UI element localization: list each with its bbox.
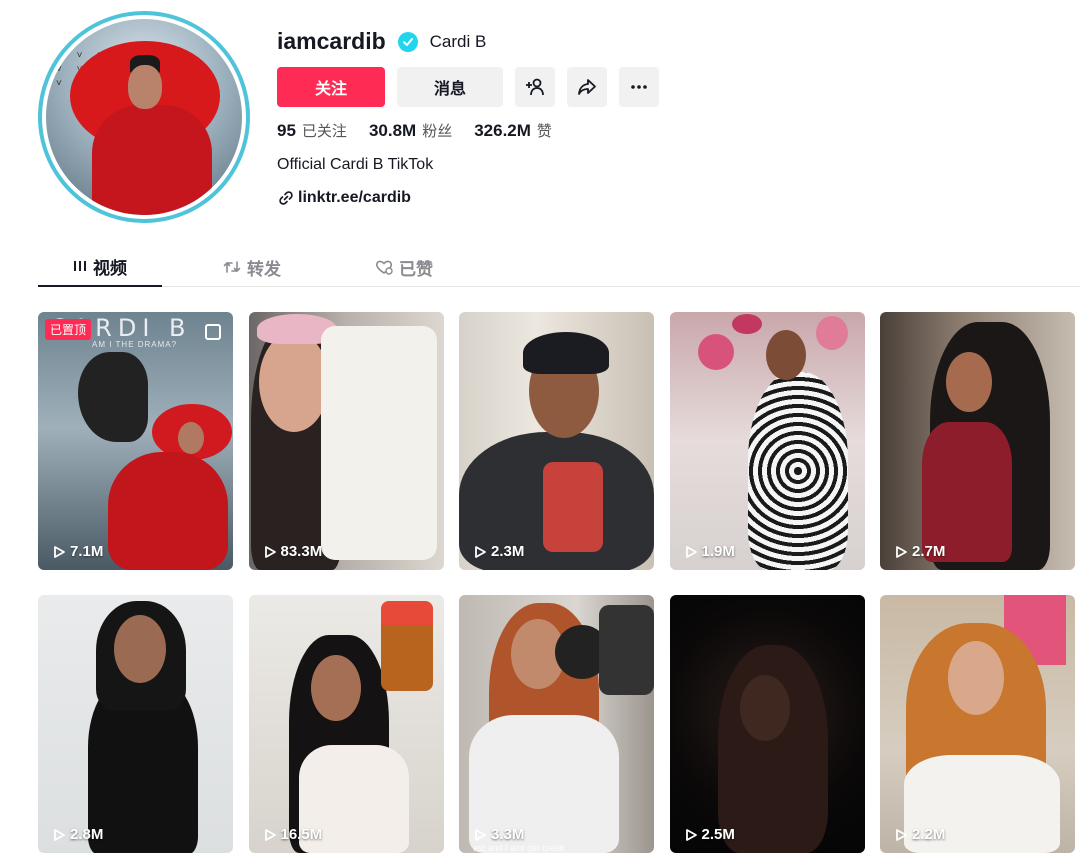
likes-count: 326.2M: [474, 121, 531, 140]
link-icon: [279, 191, 293, 205]
tab-liked-label: 已赞: [399, 259, 433, 279]
play-icon: [264, 545, 276, 558]
play-icon: [475, 828, 486, 841]
profile-actions: 关注 消息: [277, 67, 659, 107]
likes-stat: 326.2M 赞: [474, 120, 552, 141]
username: iamcardib: [277, 28, 386, 54]
view-count: 7.1M: [52, 543, 103, 560]
likes-label: 赞: [536, 123, 552, 140]
video-card[interactable]: 1.9M: [669, 312, 865, 570]
video-card[interactable]: 2.8M: [38, 595, 233, 853]
play-icon: [896, 828, 907, 841]
followers-label: 粉丝: [422, 123, 453, 140]
profile-tabs: 视频 转发 已赞: [38, 247, 1080, 287]
video-card[interactable]: 2.2M: [880, 595, 1075, 853]
play-icon: [264, 828, 276, 841]
play-icon: [54, 828, 65, 841]
following-stat[interactable]: 95 已关注: [277, 120, 347, 141]
tab-videos[interactable]: 视频: [38, 247, 162, 287]
view-count: 83.3M: [263, 543, 322, 560]
view-count: 3.3M: [473, 826, 524, 843]
profile-link-text: linktr.ee/cardib: [298, 189, 411, 206]
view-count: 2.7M: [894, 543, 945, 560]
add-friend-button[interactable]: [515, 67, 555, 107]
profile-stats: 95 已关注 30.8M 粉丝 326.2M 赞: [277, 120, 574, 141]
view-count: 16.5M: [263, 826, 322, 843]
video-card[interactable]: 83.3M: [248, 312, 444, 570]
username-row: iamcardib Cardi B: [277, 28, 486, 55]
grid-icon: [73, 259, 87, 273]
play-icon: [685, 828, 697, 841]
video-card[interactable]: 2.3M: [459, 312, 654, 570]
pinned-badge: 已置顶: [45, 319, 92, 340]
add-user-icon: [526, 78, 544, 96]
following-label: 已关注: [301, 123, 347, 140]
verified-badge-icon: [397, 31, 418, 52]
share-button[interactable]: [567, 67, 607, 107]
view-count: 1.9M: [684, 543, 735, 560]
share-icon: [578, 79, 596, 95]
tab-videos-label: 视频: [93, 258, 127, 278]
nickname: Cardi B: [429, 31, 487, 51]
follow-button[interactable]: 关注: [277, 67, 385, 107]
repost-icon: [223, 259, 241, 275]
profile-avatar[interactable]: ˅ ˅ ˅˅ ˅˅ ˅ ˅: [38, 11, 250, 223]
video-subtitle-text: AM I THE DRAMA?: [92, 340, 178, 349]
video-caption-text: est and I aint get credit: [473, 843, 565, 853]
video-card[interactable]: CARDI B AM I THE DRAMA? 已置顶 7.1M: [38, 312, 233, 570]
play-icon: [475, 545, 486, 558]
avatar-image: ˅ ˅ ˅˅ ˅˅ ˅ ˅: [46, 19, 242, 215]
heart-icon: [375, 259, 393, 275]
view-count: 2.2M: [894, 826, 945, 843]
video-grid: CARDI B AM I THE DRAMA? 已置顶 7.1M 83.3M 2…: [38, 312, 1075, 853]
video-card[interactable]: est and I aint get credit 3.3M: [459, 595, 654, 853]
following-count: 95: [277, 121, 296, 140]
view-count: 2.8M: [52, 826, 103, 843]
video-card[interactable]: 16.5M: [248, 595, 444, 853]
play-icon: [54, 545, 65, 558]
profile-link[interactable]: linktr.ee/cardib: [278, 189, 411, 207]
followers-stat[interactable]: 30.8M 粉丝: [369, 120, 452, 141]
profile-bio: Official Cardi B TikTok: [277, 156, 434, 173]
more-button[interactable]: [619, 67, 659, 107]
play-icon: [685, 545, 697, 558]
tab-reposts[interactable]: 转发: [190, 247, 314, 287]
view-count: 2.5M: [684, 826, 735, 843]
video-card[interactable]: 2.7M: [880, 312, 1075, 570]
tab-reposts-label: 转发: [247, 259, 281, 279]
multi-photo-icon: [205, 324, 221, 340]
more-icon: [631, 85, 647, 89]
view-count: 2.3M: [473, 543, 524, 560]
message-button[interactable]: 消息: [397, 67, 503, 107]
video-card[interactable]: 2.5M: [669, 595, 865, 853]
followers-count: 30.8M: [368, 121, 417, 140]
play-icon: [896, 545, 907, 558]
tab-liked[interactable]: 已赞: [342, 247, 466, 287]
